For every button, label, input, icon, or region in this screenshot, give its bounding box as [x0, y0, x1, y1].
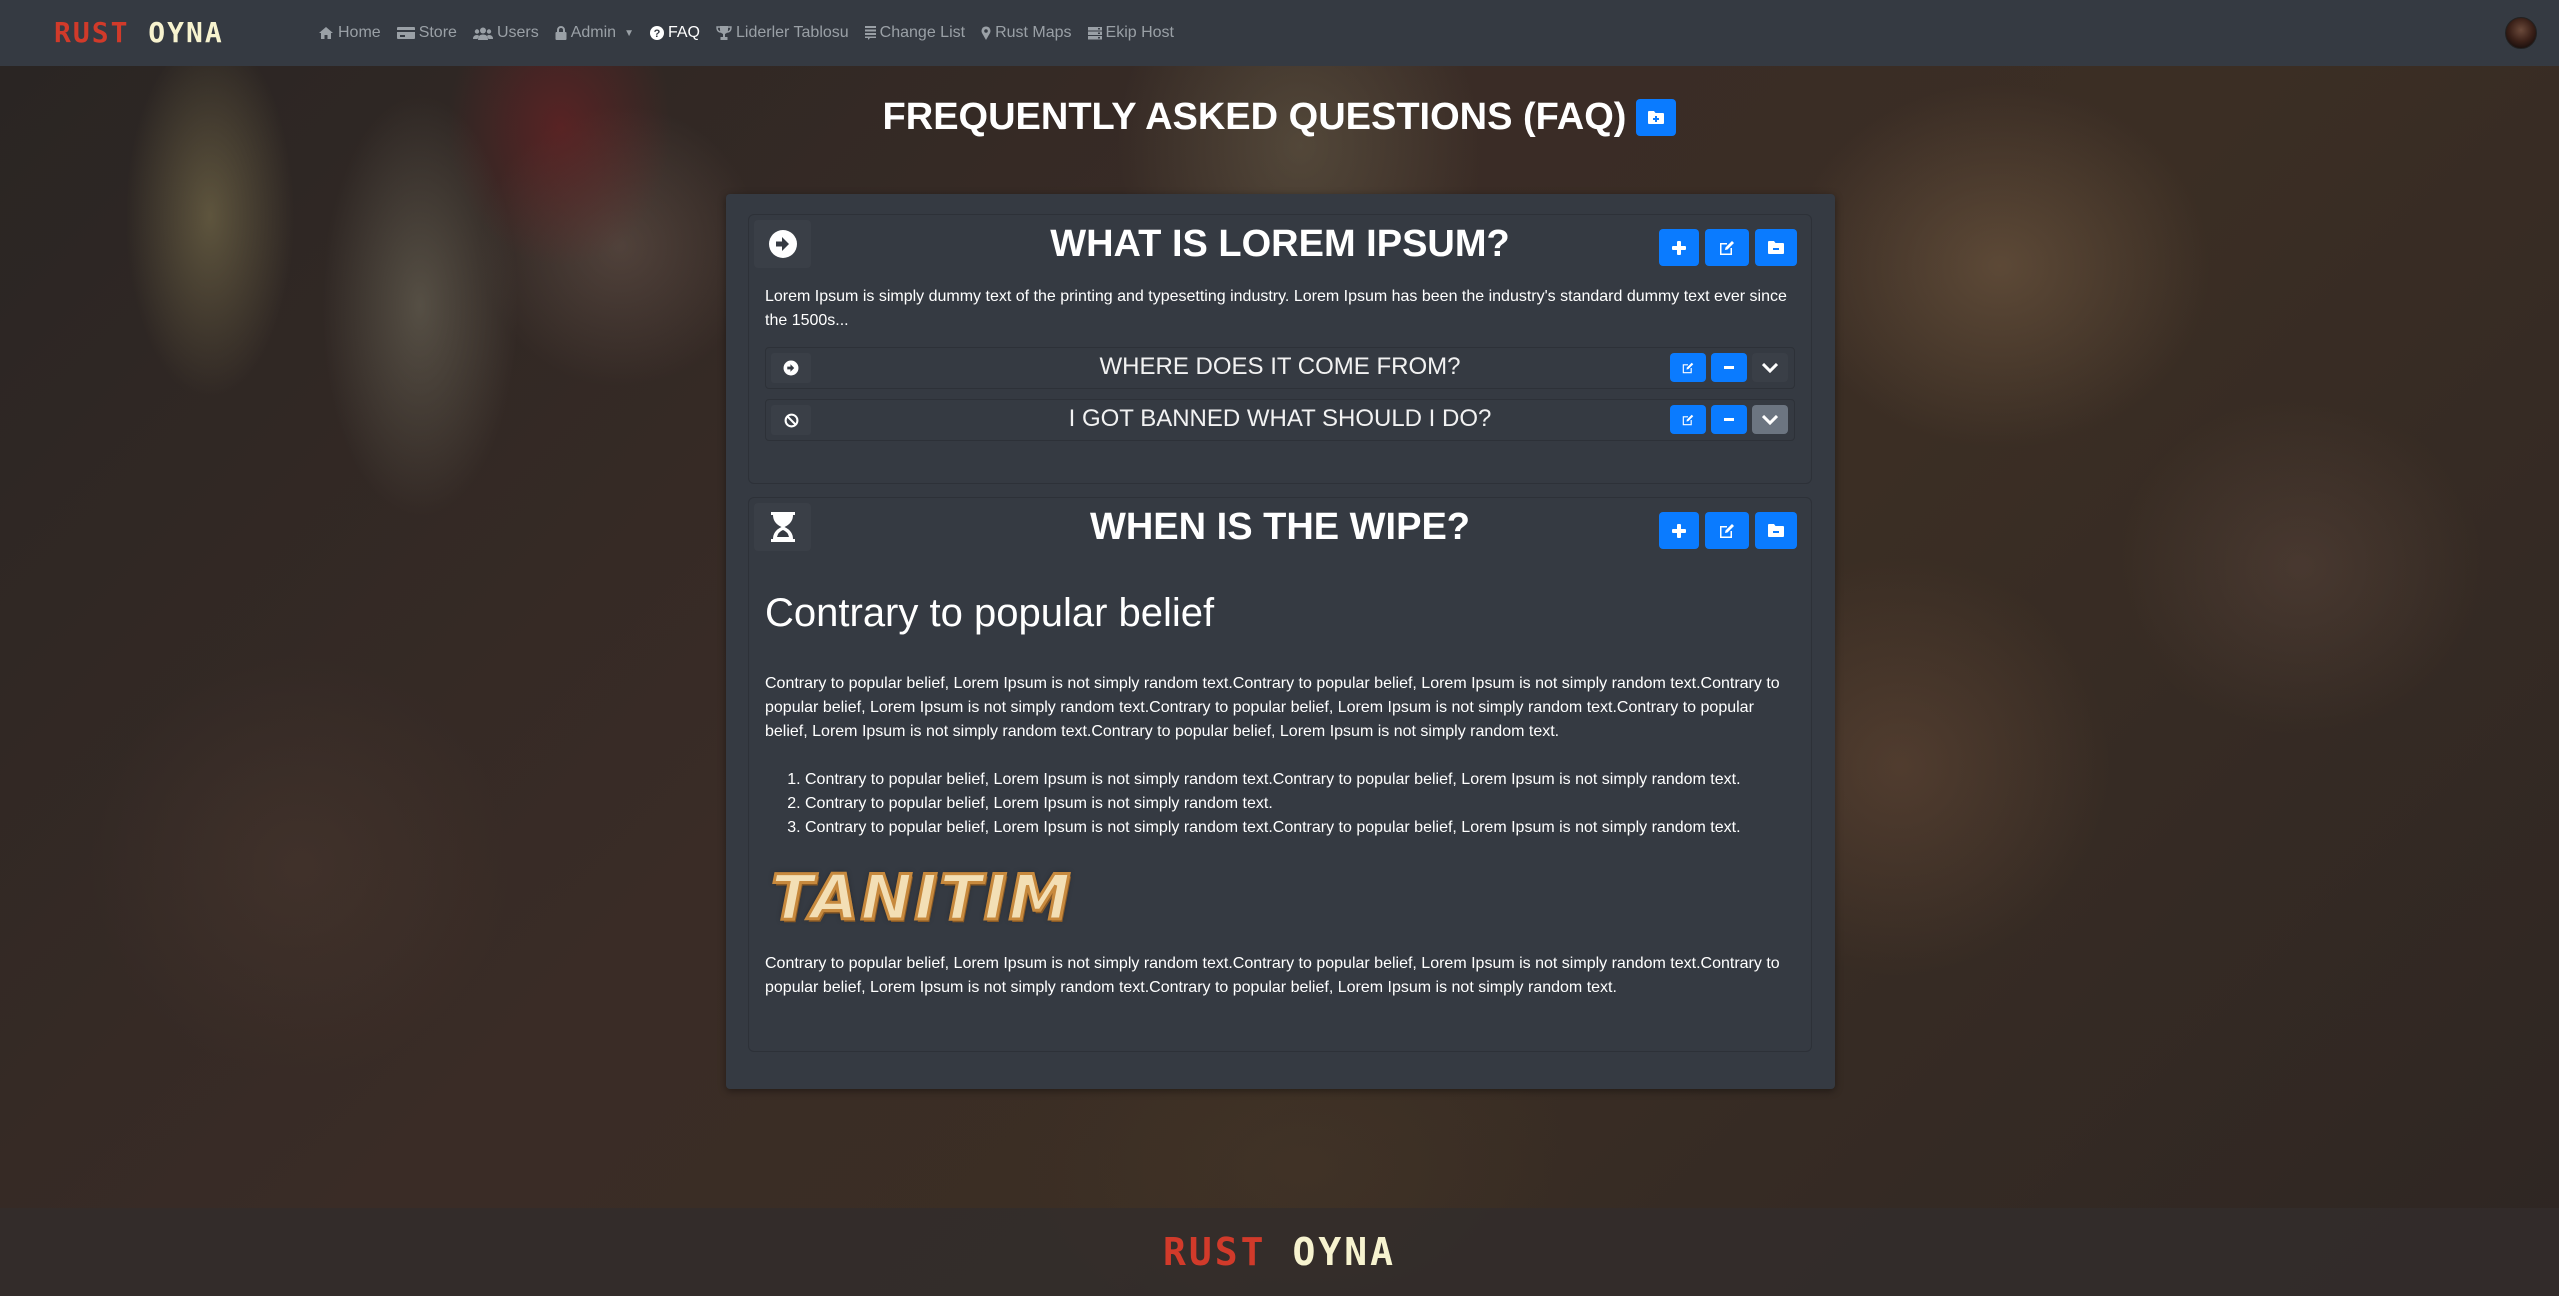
question-title: WHERE DOES IT COME FROM? [1099, 353, 1461, 380]
trophy-icon [716, 26, 732, 40]
edit-category-button[interactable] [1705, 512, 1749, 549]
plus-icon [1672, 523, 1686, 538]
edit-category-button[interactable] [1705, 229, 1749, 266]
edit-icon [1719, 240, 1735, 256]
nav-item-users[interactable]: Users [472, 24, 539, 42]
folder-minus-icon [1768, 524, 1784, 537]
nav-label: Admin [570, 24, 617, 41]
faq-panel: WHAT IS LOREM IPSUM? Lorem Ipsum is simp… [726, 194, 1835, 1089]
content-heading: Contrary to popular belief [765, 591, 1215, 635]
minus-icon [1724, 418, 1734, 421]
category-header[interactable]: WHAT IS LOREM IPSUM? [749, 215, 1811, 285]
category-intro: Lorem Ipsum is simply dummy text of the … [765, 288, 1787, 329]
nav-item-faq[interactable]: ? FAQ [649, 24, 700, 42]
nav-item-change-list[interactable]: Change List [864, 24, 966, 42]
page-header: FREQUENTLY ASKED QUESTIONS (FAQ) [0, 96, 2559, 139]
category-title: WHEN IS THE WIPE? [1090, 506, 1470, 548]
chevron-down-icon [1762, 414, 1778, 425]
brand-part1: RUST [54, 16, 130, 49]
lock-icon [555, 26, 567, 40]
remove-question-button[interactable] [1711, 353, 1747, 382]
nav-label: Change List [879, 24, 966, 41]
question-actions [1670, 353, 1788, 382]
question-item[interactable]: WHERE DOES IT COME FROM? [765, 347, 1795, 389]
nav-item-store[interactable]: Store [396, 24, 457, 42]
footer: RUST OYNA [0, 1208, 2559, 1296]
remove-question-button[interactable] [1711, 405, 1747, 434]
question-actions [1670, 405, 1788, 434]
users-icon [472, 27, 493, 40]
footer-brand-part1: RUST [1163, 1230, 1267, 1274]
nav-label: Ekip Host [1105, 24, 1174, 41]
add-category-button[interactable] [1636, 99, 1677, 136]
faq-category-card: WHAT IS LOREM IPSUM? Lorem Ipsum is simp… [748, 214, 1812, 484]
folder-minus-icon [1768, 241, 1784, 254]
content-paragraph: Contrary to popular belief, Lorem Ipsum … [765, 675, 1780, 740]
question-item[interactable]: I GOT BANNED WHAT SHOULD I DO? [765, 399, 1795, 441]
edit-icon [1682, 414, 1694, 426]
footer-brand-part2: OYNA [1292, 1230, 1396, 1274]
caret-down-icon: ▼ [624, 27, 634, 39]
add-question-button[interactable] [1659, 512, 1699, 549]
brand-logo[interactable]: RUST OYNA [54, 16, 224, 49]
edit-icon [1719, 523, 1735, 539]
minus-icon [1724, 366, 1734, 369]
chevron-down-icon [1762, 362, 1778, 373]
credit-card-icon [396, 27, 415, 39]
question-circle-icon: ? [649, 26, 664, 40]
home-icon [318, 26, 334, 40]
nav-item-leaderboard[interactable]: Liderler Tablosu [716, 24, 849, 42]
nav-label: Home [338, 24, 381, 41]
nav-menu: Home Store Users Admin ▼ ? FAQ Liderler … [318, 0, 1174, 66]
edit-question-button[interactable] [1670, 405, 1706, 434]
delete-category-button[interactable] [1755, 512, 1797, 549]
folder-plus-icon [1648, 111, 1665, 124]
user-avatar[interactable] [2505, 17, 2537, 49]
expand-question-button[interactable] [1752, 405, 1788, 434]
list-icon [864, 26, 876, 40]
content-list: Contrary to popular belief, Lorem Ipsum … [805, 768, 1795, 840]
category-actions [1659, 512, 1797, 549]
nav-label: FAQ [667, 24, 700, 41]
nav-item-ekip-host[interactable]: Ekip Host [1087, 24, 1174, 42]
content-paragraph: Contrary to popular belief, Lorem Ipsum … [765, 955, 1780, 996]
edit-question-button[interactable] [1670, 353, 1706, 382]
nav-label: Liderler Tablosu [736, 24, 849, 41]
question-title: I GOT BANNED WHAT SHOULD I DO? [1068, 405, 1492, 432]
brand-part2: OYNA [148, 16, 224, 49]
tanitim-banner-image: TANITIM [769, 861, 1073, 934]
category-header[interactable]: WHEN IS THE WIPE? [749, 498, 1811, 568]
nav-label: Users [496, 24, 539, 41]
plus-icon [1672, 240, 1686, 255]
map-marker-icon [981, 26, 991, 40]
add-question-button[interactable] [1659, 229, 1699, 266]
nav-label: Store [418, 24, 457, 41]
edit-icon [1682, 362, 1694, 374]
faq-category-card: WHEN IS THE WIPE? Contrary to popular be… [748, 497, 1812, 1052]
list-item: Contrary to popular belief, Lorem Ipsum … [805, 792, 1795, 816]
category-actions [1659, 229, 1797, 266]
list-item: Contrary to popular belief, Lorem Ipsum … [805, 768, 1795, 792]
nav-item-admin-dropdown[interactable]: Admin ▼ [555, 24, 634, 42]
expand-question-button[interactable] [1752, 353, 1788, 382]
delete-category-button[interactable] [1755, 229, 1797, 266]
nav-label: Rust Maps [995, 24, 1072, 41]
nav-item-home[interactable]: Home [318, 24, 381, 42]
category-title: WHAT IS LOREM IPSUM? [1050, 223, 1510, 265]
category-content: Contrary to popular belief Contrary to p… [749, 590, 1811, 1000]
list-item: Contrary to popular belief, Lorem Ipsum … [805, 816, 1795, 840]
nav-item-rust-maps[interactable]: Rust Maps [981, 24, 1072, 42]
navbar: RUST OYNA Home Store Users Admin ▼ ? FAQ… [0, 0, 2559, 66]
footer-logo[interactable]: RUST OYNA [1163, 1230, 1396, 1274]
svg-text:?: ? [654, 28, 661, 40]
page-title: FREQUENTLY ASKED QUESTIONS (FAQ) [882, 96, 1627, 138]
server-icon [1087, 26, 1102, 40]
